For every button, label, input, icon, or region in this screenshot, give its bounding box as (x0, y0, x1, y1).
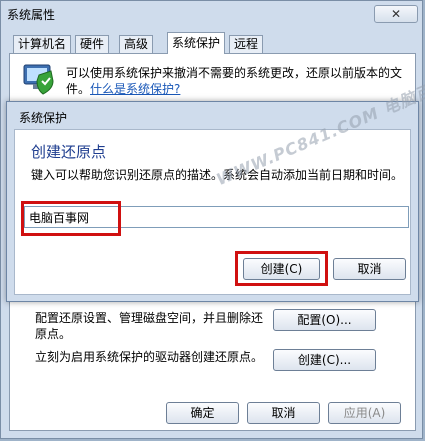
shield-icon (21, 61, 57, 97)
configure-description: 配置还原设置、管理磁盘空间，并且删除还原点。 (35, 311, 264, 341)
window-title: 系统属性 (7, 8, 56, 22)
tab-computer-name[interactable]: 计算机名 (13, 35, 72, 53)
close-icon[interactable]: ✕ (374, 5, 418, 23)
create-button-highlight (235, 251, 328, 286)
panel-description: 可以使用系统保护来撤消不需要的系统更改，还原以前版本的文件。什么是系统保护? (66, 66, 403, 96)
tab-system-protection[interactable]: 系统保护 (167, 32, 226, 54)
create-description: 立刻为启用系统保护的驱动器创建还原点。 (35, 350, 264, 364)
dialog-heading: 创建还原点 (31, 143, 107, 161)
what-is-system-protection-link[interactable]: 什么是系统保护? (90, 82, 180, 96)
apply-button[interactable]: 应用(A) (328, 402, 401, 424)
tab-remote[interactable]: 远程 (229, 35, 264, 53)
dialog-title: 系统保护 (19, 111, 68, 125)
dialog-cancel-button[interactable]: 取消 (333, 258, 406, 280)
input-highlight (21, 201, 121, 236)
cancel-button[interactable]: 取消 (247, 402, 320, 424)
create-restore-point-button[interactable]: 创建(C)... (273, 349, 376, 371)
tab-advanced[interactable]: 高级 (119, 35, 154, 53)
tab-hardware[interactable]: 硬件 (75, 35, 110, 53)
configure-button[interactable]: 配置(O)... (273, 309, 376, 331)
ok-button[interactable]: 确定 (166, 402, 239, 424)
